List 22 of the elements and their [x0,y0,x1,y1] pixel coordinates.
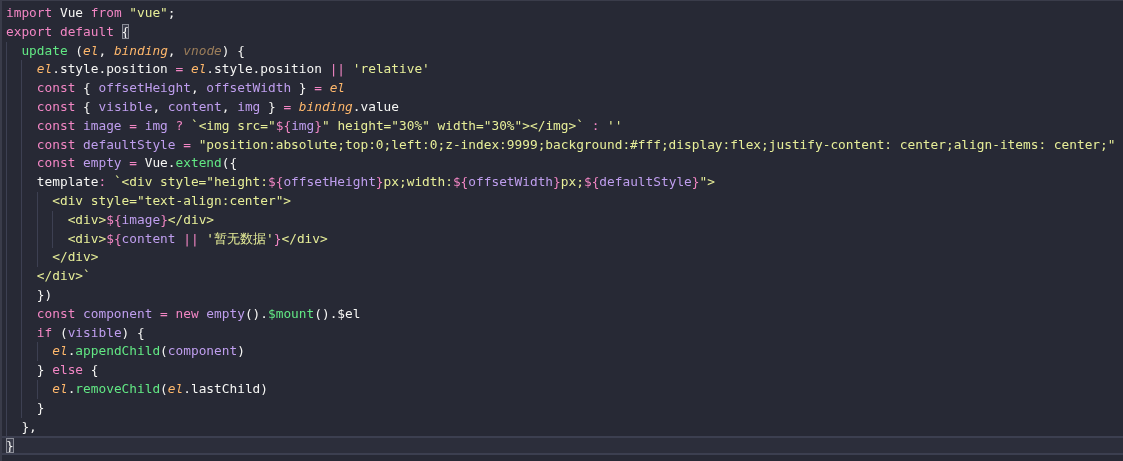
code-line: el.style.position = el.style.position || 'relative' [35,60,430,79]
code-line: const { visible, content, img } = binding.value [35,98,400,116]
code-line: } [35,398,45,417]
code-line: const image = img ? `<img src="${img}" height="30%" width="30%"></img>` : '' [35,116,623,135]
code-line: const empty = Vue.extend({ [35,154,238,173]
code-line: } else { [35,361,99,380]
code-line: el.appendChild(component) [51,342,245,361]
code-line: <div>${image}</div> [66,210,215,229]
code-line: </div>` [35,267,91,286]
code-line: <div style="text-align:center"> [51,191,292,210]
code-line: template: `<div style="height:${offsetHeight}px;width:${offsetWidth}px;${defaultStyle}"> [35,173,715,192]
code-line: const defaultStyle = "position:absolute;top:0;left:0;z-index:9999;background:#fff;display:flex;justify-content: center;align-items: center;" [35,135,1116,154]
code-line: const component = new empty().$mount().$el [35,304,361,323]
code-line: <div>${content || '暂无数据'}</div> [66,229,328,249]
code-line: const { offsetHeight, offsetWidth } = el [35,79,346,98]
code-line: if (visible) { [35,323,145,342]
code-line: el.removeChild(el.lastChild) [51,379,268,398]
code-line: import Vue from "vue"; [6,4,176,22]
code-line: </div> [51,248,99,267]
code-line: update (el, binding, vnode) { [20,41,245,60]
code-line: }) [35,285,53,304]
code-line: }, [20,417,37,436]
